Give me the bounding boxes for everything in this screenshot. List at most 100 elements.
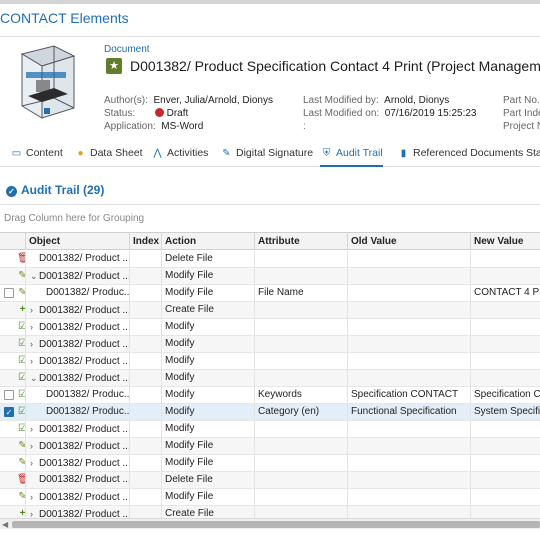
table-row[interactable]: + › D001382/ Product ... Create File [0, 302, 540, 319]
table-row[interactable]: ☑⌄D001382/ Product ...Modify [0, 370, 540, 387]
chevron-right-icon[interactable]: › [30, 421, 39, 437]
cell-text: D001382/ Product ... [39, 441, 130, 452]
scroll-left-icon[interactable]: ◀ [2, 519, 8, 530]
tab-digital-signature[interactable]: ✎ Digital Signature [220, 143, 313, 167]
chevron-right-icon[interactable]: › [30, 438, 39, 454]
cell-object: ⌄D001382/ Product ... [26, 370, 130, 386]
header-action[interactable]: Action [162, 233, 255, 250]
cell-old: Specification CONTACT [348, 387, 471, 403]
cell-index [130, 438, 162, 454]
cell-object: D001382/ Product ... [26, 472, 130, 488]
tab-activities[interactable]: ⋀ Activities [151, 143, 208, 167]
cell-old [348, 438, 471, 454]
chevron-down-icon[interactable]: ⌄ [30, 370, 39, 386]
plus-icon: + [19, 304, 26, 315]
cell-attribute: Keywords [255, 387, 348, 403]
table-row[interactable]: ✎ › D001382/ Product ... Modify File [0, 438, 540, 455]
table-row[interactable]: + › D001382/ Product ... Create File [0, 506, 540, 518]
row-select-cell: ☑ [0, 387, 26, 403]
chevron-right-icon[interactable]: › [30, 489, 39, 505]
cell-new: System Specific [471, 404, 540, 420]
tab-status[interactable]: Sta [526, 143, 540, 167]
chevron-right-icon[interactable]: › [30, 455, 39, 471]
cell-new [471, 336, 540, 352]
cell-object: D001382/ Product ... [26, 251, 130, 267]
tab-referenced-documents[interactable]: ▮ Referenced Documents [397, 143, 524, 167]
status-value: Draft [166, 108, 189, 119]
cell-action: Create File [162, 506, 255, 518]
tab-audit-trail[interactable]: ⛨ Audit Trail [320, 143, 383, 167]
cell-object: › D001382/ Product ... [26, 302, 130, 318]
row-checkbox[interactable] [4, 288, 14, 298]
header-select[interactable] [0, 233, 26, 250]
cell-text: Modify [165, 321, 195, 332]
last-modified-on-field: Last Modified on: 07/16/2019 15:25:23 [303, 108, 477, 119]
table-row[interactable]: ☑ D001382/ Produc... Modify Keywords Specifi… [0, 387, 540, 404]
grouping-drop-zone[interactable]: Drag Column here for Grouping [4, 213, 144, 224]
chevron-right-icon[interactable]: › [30, 506, 39, 518]
row-checkbox[interactable] [4, 390, 14, 400]
cell-text: Modify [165, 389, 195, 400]
table-row[interactable]: ☑›D001382/ Product ...Modify [0, 319, 540, 336]
tab-label: Digital Signature [236, 147, 314, 159]
cell-action: Modify [162, 404, 255, 420]
cell-text: D001382/ Product ... [39, 474, 130, 485]
table-row[interactable]: ✎ › D001382/ Product ... Modify File [0, 455, 540, 472]
cell-attribute: File Name [255, 285, 348, 301]
cell-text: Category (en) [258, 406, 320, 417]
chevron-right-icon[interactable]: › [30, 336, 39, 352]
cell-text: D001382/ Product ... [39, 253, 130, 264]
table-row[interactable]: 🗑 D001382/ Product ... Delete File [0, 251, 540, 268]
row-checkbox[interactable]: ✓ [4, 407, 14, 417]
table-row[interactable]: ✎ ⌄D001382/ Product ... Modify File [0, 268, 540, 285]
trash-icon: 🗑 [17, 253, 25, 265]
cell-object: › D001382/ Product ... [26, 336, 130, 352]
cell-object: D001382/ Produc... [26, 387, 130, 403]
divider [0, 36, 540, 37]
table-row[interactable]: ✎ D001382/ Produc... Modify File File Name C… [0, 285, 540, 302]
cell-old [348, 353, 471, 369]
cell-attribute [255, 421, 348, 437]
table-row[interactable]: ☑›D001382/ Product ...Modify [0, 336, 540, 353]
cell-action: Delete File [162, 472, 255, 488]
table-row[interactable]: ✓☑ D001382/ Produc... Modify Category (en) F… [0, 404, 540, 421]
header-attribute[interactable]: Attribute [255, 233, 348, 250]
cell-object: › D001382/ Product ... [26, 438, 130, 454]
star-icon[interactable]: ★ [106, 58, 122, 74]
cell-attribute [255, 489, 348, 505]
chevron-down-icon[interactable]: ⌄ [30, 268, 39, 284]
cell-attribute [255, 472, 348, 488]
cell-old [348, 489, 471, 505]
cell-index [130, 251, 162, 267]
cell-text: D001382/ Produc... [46, 287, 130, 298]
tab-content[interactable]: ▭ Content [10, 143, 63, 167]
table-row[interactable]: 🗑 D001382/ Product ... Delete File [0, 472, 540, 489]
tab-label: Referenced Documents [413, 147, 524, 159]
cell-action: Modify File [162, 455, 255, 471]
chevron-right-icon[interactable]: › [30, 302, 39, 318]
table-row[interactable]: ☑›D001382/ Product ...Modify [0, 353, 540, 370]
cell-index [130, 302, 162, 318]
table-row[interactable]: ✎ › D001382/ Product ... Modify File [0, 489, 540, 506]
row-select-cell: ☑ [0, 336, 26, 352]
cell-index [130, 268, 162, 284]
horizontal-scrollbar[interactable]: ◀ [0, 518, 540, 529]
header-new-value[interactable]: New Value [471, 233, 540, 250]
row-select-cell: ✓☑ [0, 404, 26, 420]
application-field: Application: MS-Word [104, 121, 203, 132]
chevron-right-icon[interactable]: › [30, 353, 39, 369]
scrollbar-thumb[interactable] [12, 521, 540, 528]
cell-old [348, 319, 471, 335]
header-index[interactable]: Index [130, 233, 162, 250]
header-old-value[interactable]: Old Value [348, 233, 471, 250]
cell-index [130, 421, 162, 437]
header-object[interactable]: Object [26, 233, 130, 250]
chevron-right-icon[interactable]: › [30, 319, 39, 335]
tab-label: Content [26, 147, 63, 159]
cell-attribute [255, 370, 348, 386]
table-row[interactable]: ☑›D001382/ Product ...Modify [0, 421, 540, 438]
tab-data-sheet[interactable]: ● Data Sheet [74, 143, 142, 167]
cell-index [130, 489, 162, 505]
cell-object: › D001382/ Product ... [26, 353, 130, 369]
row-select-cell: + [0, 302, 26, 318]
